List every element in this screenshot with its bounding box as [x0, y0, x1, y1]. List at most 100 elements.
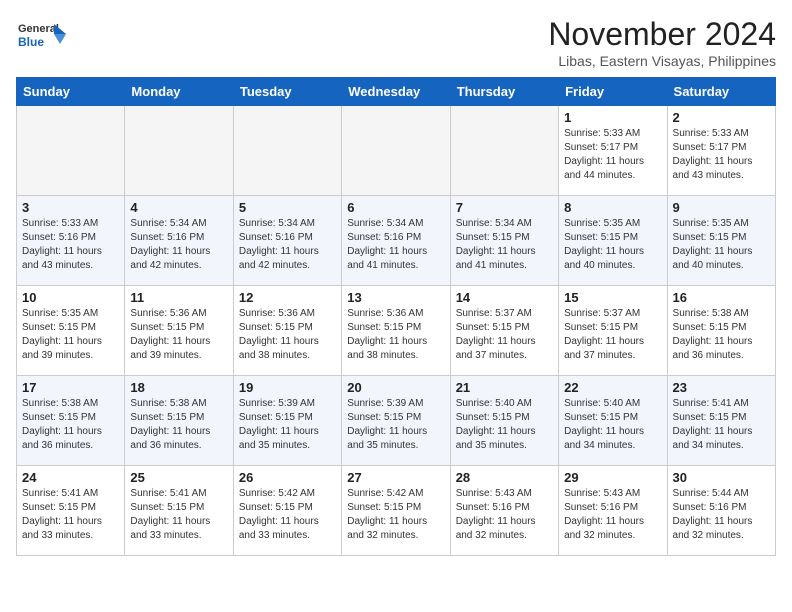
calendar-table: SundayMondayTuesdayWednesdayThursdayFrid…	[16, 77, 776, 556]
cal-cell-empty-0-2	[233, 106, 341, 196]
cell-info: Sunrise: 5:40 AM Sunset: 5:15 PM Dayligh…	[456, 397, 553, 453]
cell-info: Sunrise: 5:39 AM Sunset: 5:15 PM Dayligh…	[347, 397, 444, 453]
cal-cell-day-20: 20 Sunrise: 5:39 AM Sunset: 5:15 PM Dayli…	[342, 376, 450, 466]
svg-text:Blue: Blue	[18, 35, 44, 49]
day-number: 11	[130, 290, 227, 305]
day-number: 5	[239, 200, 336, 215]
day-number: 29	[564, 470, 661, 485]
day-number: 15	[564, 290, 661, 305]
day-number: 6	[347, 200, 444, 215]
cal-cell-day-6: 6Sunrise: 5:34 AM Sunset: 5:16 PM Daylig…	[342, 196, 450, 286]
day-number: 26	[239, 470, 336, 485]
cell-info: Sunrise: 5:38 AM Sunset: 5:15 PM Dayligh…	[130, 397, 227, 453]
cell-info: Sunrise: 5:38 AM Sunset: 5:15 PM Dayligh…	[22, 397, 119, 453]
cal-cell-day-26: 26 Sunrise: 5:42 AM Sunset: 5:15 PM Dayli…	[233, 466, 341, 556]
cell-info: Sunrise: 5:44 AM Sunset: 5:16 PM Dayligh…	[673, 487, 770, 543]
cal-cell-day-17: 17 Sunrise: 5:38 AM Sunset: 5:15 PM Dayli…	[17, 376, 125, 466]
cell-info: Sunrise: 5:36 AM Sunset: 5:15 PM Dayligh…	[130, 307, 227, 363]
svg-text:General: General	[18, 23, 59, 35]
cal-cell-empty-0-0	[17, 106, 125, 196]
cell-info: Sunrise: 5:41 AM Sunset: 5:15 PM Dayligh…	[130, 487, 227, 543]
day-number: 8	[564, 200, 661, 215]
calendar-row-5: 24Sunrise: 5:41 AM Sunset: 5:15 PM Dayli…	[17, 466, 776, 556]
day-number: 27	[347, 470, 444, 485]
cell-info: Sunrise: 5:41 AM Sunset: 5:15 PM Dayligh…	[22, 487, 119, 543]
weekday-header-tuesday: Tuesday	[233, 78, 341, 106]
day-number: 21	[456, 380, 553, 395]
cal-cell-day-2: 2 Sunrise: 5:33 AM Sunset: 5:17 PM Daylig…	[667, 106, 775, 196]
cell-info: Sunrise: 5:33 AM Sunset: 5:16 PM Dayligh…	[22, 217, 119, 273]
day-number: 9	[673, 200, 770, 215]
cell-info: Sunrise: 5:42 AM Sunset: 5:15 PM Dayligh…	[347, 487, 444, 543]
cell-info: Sunrise: 5:35 AM Sunset: 5:15 PM Dayligh…	[22, 307, 119, 363]
day-number: 14	[456, 290, 553, 305]
cal-cell-day-13: 13 Sunrise: 5:36 AM Sunset: 5:15 PM Dayli…	[342, 286, 450, 376]
cell-info: Sunrise: 5:43 AM Sunset: 5:16 PM Dayligh…	[564, 487, 661, 543]
cal-cell-day-18: 18 Sunrise: 5:38 AM Sunset: 5:15 PM Dayli…	[125, 376, 233, 466]
day-number: 10	[22, 290, 119, 305]
cal-cell-day-23: 23 Sunrise: 5:41 AM Sunset: 5:15 PM Dayli…	[667, 376, 775, 466]
cal-cell-day-22: 22Sunrise: 5:40 AM Sunset: 5:15 PM Dayli…	[559, 376, 667, 466]
cell-info: Sunrise: 5:36 AM Sunset: 5:15 PM Dayligh…	[347, 307, 444, 363]
cal-cell-day-24: 24Sunrise: 5:41 AM Sunset: 5:15 PM Dayli…	[17, 466, 125, 556]
cell-info: Sunrise: 5:35 AM Sunset: 5:15 PM Dayligh…	[673, 217, 770, 273]
weekday-header-row: SundayMondayTuesdayWednesdayThursdayFrid…	[17, 78, 776, 106]
cell-info: Sunrise: 5:34 AM Sunset: 5:15 PM Dayligh…	[456, 217, 553, 273]
cell-info: Sunrise: 5:37 AM Sunset: 5:15 PM Dayligh…	[456, 307, 553, 363]
day-number: 20	[347, 380, 444, 395]
cell-info: Sunrise: 5:42 AM Sunset: 5:15 PM Dayligh…	[239, 487, 336, 543]
logo-icon: General Blue	[16, 16, 66, 58]
cal-cell-day-9: 9 Sunrise: 5:35 AM Sunset: 5:15 PM Daylig…	[667, 196, 775, 286]
weekday-header-saturday: Saturday	[667, 78, 775, 106]
cal-cell-empty-0-1	[125, 106, 233, 196]
cell-info: Sunrise: 5:43 AM Sunset: 5:16 PM Dayligh…	[456, 487, 553, 543]
cal-cell-day-25: 25Sunrise: 5:41 AM Sunset: 5:15 PM Dayli…	[125, 466, 233, 556]
day-number: 19	[239, 380, 336, 395]
calendar-row-1: 1 Sunrise: 5:33 AM Sunset: 5:17 PM Daylig…	[17, 106, 776, 196]
cell-info: Sunrise: 5:41 AM Sunset: 5:15 PM Dayligh…	[673, 397, 770, 453]
day-number: 30	[673, 470, 770, 485]
cal-cell-day-10: 10 Sunrise: 5:35 AM Sunset: 5:15 PM Dayli…	[17, 286, 125, 376]
day-number: 3	[22, 200, 119, 215]
cell-info: Sunrise: 5:40 AM Sunset: 5:15 PM Dayligh…	[564, 397, 661, 453]
cell-info: Sunrise: 5:36 AM Sunset: 5:15 PM Dayligh…	[239, 307, 336, 363]
cal-cell-day-3: 3 Sunrise: 5:33 AM Sunset: 5:16 PM Daylig…	[17, 196, 125, 286]
day-number: 4	[130, 200, 227, 215]
day-number: 16	[673, 290, 770, 305]
day-number: 12	[239, 290, 336, 305]
cal-cell-day-8: 8 Sunrise: 5:35 AM Sunset: 5:15 PM Daylig…	[559, 196, 667, 286]
cell-info: Sunrise: 5:35 AM Sunset: 5:15 PM Dayligh…	[564, 217, 661, 273]
weekday-header-wednesday: Wednesday	[342, 78, 450, 106]
cal-cell-day-28: 28Sunrise: 5:43 AM Sunset: 5:16 PM Dayli…	[450, 466, 558, 556]
day-number: 7	[456, 200, 553, 215]
day-number: 17	[22, 380, 119, 395]
cal-cell-day-27: 27 Sunrise: 5:42 AM Sunset: 5:15 PM Dayli…	[342, 466, 450, 556]
cell-info: Sunrise: 5:38 AM Sunset: 5:15 PM Dayligh…	[673, 307, 770, 363]
cal-cell-day-19: 19Sunrise: 5:39 AM Sunset: 5:15 PM Dayli…	[233, 376, 341, 466]
cal-cell-day-5: 5Sunrise: 5:34 AM Sunset: 5:16 PM Daylig…	[233, 196, 341, 286]
weekday-header-thursday: Thursday	[450, 78, 558, 106]
cal-cell-day-29: 29 Sunrise: 5:43 AM Sunset: 5:16 PM Dayli…	[559, 466, 667, 556]
cal-cell-day-12: 12 Sunrise: 5:36 AM Sunset: 5:15 PM Dayli…	[233, 286, 341, 376]
header: General Blue November 2024 Libas, Easter…	[16, 16, 776, 69]
cal-cell-day-7: 7 Sunrise: 5:34 AM Sunset: 5:15 PM Daylig…	[450, 196, 558, 286]
day-number: 23	[673, 380, 770, 395]
cal-cell-empty-0-4	[450, 106, 558, 196]
cal-cell-day-15: 15Sunrise: 5:37 AM Sunset: 5:15 PM Dayli…	[559, 286, 667, 376]
cell-info: Sunrise: 5:34 AM Sunset: 5:16 PM Dayligh…	[130, 217, 227, 273]
title-area: November 2024 Libas, Eastern Visayas, Ph…	[548, 16, 776, 69]
cal-cell-day-14: 14 Sunrise: 5:37 AM Sunset: 5:15 PM Dayli…	[450, 286, 558, 376]
day-number: 2	[673, 110, 770, 125]
cal-cell-day-30: 30 Sunrise: 5:44 AM Sunset: 5:16 PM Dayli…	[667, 466, 775, 556]
calendar-row-2: 3 Sunrise: 5:33 AM Sunset: 5:16 PM Daylig…	[17, 196, 776, 286]
cell-info: Sunrise: 5:33 AM Sunset: 5:17 PM Dayligh…	[673, 127, 770, 183]
month-title: November 2024	[548, 16, 776, 53]
cell-info: Sunrise: 5:33 AM Sunset: 5:17 PM Dayligh…	[564, 127, 661, 183]
cal-cell-day-4: 4 Sunrise: 5:34 AM Sunset: 5:16 PM Daylig…	[125, 196, 233, 286]
location-subtitle: Libas, Eastern Visayas, Philippines	[548, 53, 776, 69]
day-number: 13	[347, 290, 444, 305]
calendar-row-3: 10 Sunrise: 5:35 AM Sunset: 5:15 PM Dayli…	[17, 286, 776, 376]
day-number: 1	[564, 110, 661, 125]
day-number: 18	[130, 380, 227, 395]
cal-cell-day-11: 11 Sunrise: 5:36 AM Sunset: 5:15 PM Dayli…	[125, 286, 233, 376]
